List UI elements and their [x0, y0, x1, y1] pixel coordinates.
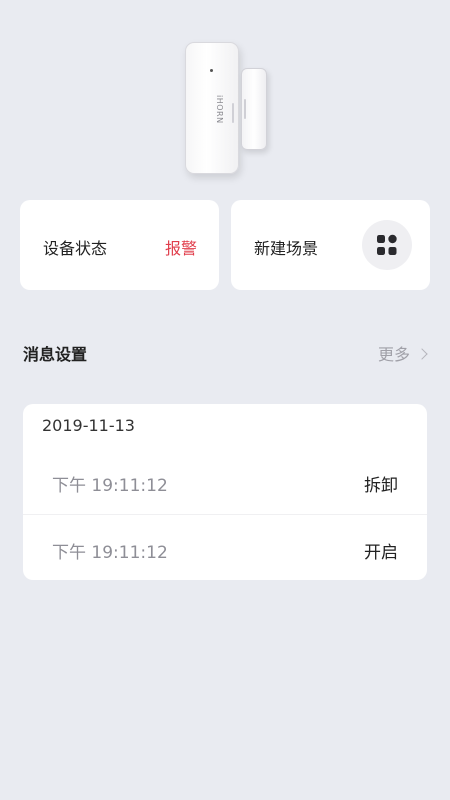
device-status-label: 设备状态 [43, 239, 108, 258]
sensor-led [210, 69, 213, 72]
more-link[interactable]: 更多 [377, 341, 428, 365]
device-status-card[interactable]: 设备状态 报警 [20, 200, 219, 290]
sensor-slot [232, 103, 234, 123]
message-action: 拆卸 [364, 476, 398, 496]
new-scene-label: 新建场景 [254, 239, 319, 258]
chevron-right-icon [416, 347, 428, 360]
message-row[interactable]: 下午 19:11:12 拆卸 [23, 448, 427, 514]
magnet-slot [244, 99, 246, 119]
message-time: 下午 19:11:12 [52, 543, 168, 563]
message-action: 开启 [364, 543, 398, 563]
apps-grid-icon [377, 234, 397, 255]
message-row[interactable]: 下午 19:11:12 开启 [23, 514, 427, 581]
message-date: 2019-11-13 [42, 416, 135, 435]
message-time: 下午 19:11:12 [52, 476, 168, 496]
sensor-main-body: iHORN [185, 42, 239, 174]
device-status-value: 报警 [164, 239, 197, 258]
device-image: iHORN [0, 0, 450, 190]
more-label: 更多 [377, 345, 410, 364]
message-log-card: 2019-11-13 下午 19:11:12 拆卸 下午 19:11:12 开启 [23, 404, 427, 580]
sensor-brand-text: iHORN [215, 95, 224, 124]
sensor-magnet [241, 68, 267, 150]
new-scene-card[interactable]: 新建场景 [231, 200, 430, 290]
new-scene-button[interactable] [362, 220, 412, 270]
message-settings-title: 消息设置 [23, 345, 88, 364]
